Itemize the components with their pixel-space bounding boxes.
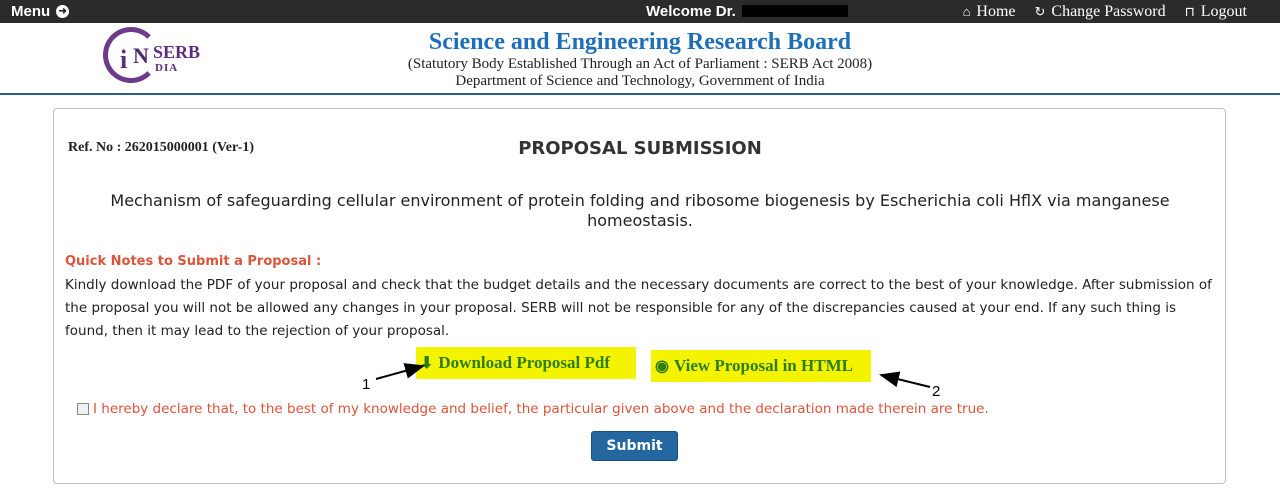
- org-title: Science and Engineering Research Board: [428, 29, 852, 55]
- declaration-text: I hereby declare that, to the best of my…: [93, 401, 989, 417]
- download-icon: ⬇: [420, 355, 434, 372]
- reference-number: Ref. No : 262015000001 (Ver-1): [68, 140, 254, 155]
- annotation-label-1: 1: [362, 376, 371, 393]
- arrow-right-circle-icon: ➜: [56, 5, 70, 18]
- home-link[interactable]: ⌂ Home: [963, 3, 1016, 21]
- notes-text: Kindly download the PDF of your proposal…: [65, 277, 1212, 339]
- refresh-icon: ↻: [1034, 4, 1046, 19]
- declaration: I hereby declare that, to the best of my…: [77, 401, 989, 417]
- home-icon: ⌂: [962, 4, 971, 19]
- menu-button[interactable]: Menu ➜: [11, 3, 70, 20]
- inserb-logo: i N SERB DIA: [103, 27, 223, 87]
- annotation-label-2: 2: [932, 383, 941, 400]
- org-heading: Science and Engineering Research Board (…: [340, 29, 940, 90]
- logo-dia: DIA: [155, 62, 179, 74]
- download-label: Download Proposal Pdf: [438, 353, 611, 372]
- site-header: i N SERB DIA Science and Engineering Res…: [0, 23, 1280, 93]
- logo-i: i: [120, 45, 128, 74]
- logout-link-label: Logout: [1200, 3, 1247, 20]
- declaration-checkbox[interactable]: [77, 403, 89, 415]
- proposal-title: Mechanism of safeguarding cellular envir…: [110, 191, 1170, 230]
- redacted-username: [741, 5, 848, 17]
- home-link-label: Home: [976, 3, 1016, 20]
- logout-link[interactable]: ⊓ Logout: [1185, 3, 1247, 21]
- download-proposal-pdf-button[interactable]: ⬇ Download Proposal Pdf: [416, 347, 636, 379]
- logo-ring: [103, 27, 159, 83]
- header-divider: [0, 93, 1280, 95]
- org-subtitle: (Statutory Body Established Through an A…: [407, 56, 873, 72]
- welcome-text: Welcome Dr.: [646, 3, 736, 20]
- logo-serb: SERB: [153, 42, 201, 62]
- page-title: PROPOSAL SUBMISSION: [518, 138, 762, 159]
- top-links: ⌂ Home ↻ Change Password ⊓ Logout: [963, 3, 1247, 21]
- welcome-message: Welcome Dr.: [646, 3, 848, 20]
- view-proposal-html-button[interactable]: ◉ View Proposal in HTML: [651, 350, 871, 382]
- notes-heading: Quick Notes to Submit a Proposal :: [65, 254, 322, 269]
- unlock-icon: ⊓: [1184, 4, 1195, 19]
- submit-button[interactable]: Submit: [591, 431, 678, 461]
- eye-icon: ◉: [655, 358, 669, 375]
- logo-n: N: [133, 43, 149, 68]
- org-department: Department of Science and Technology, Go…: [455, 73, 825, 89]
- change-password-link-label: Change Password: [1051, 3, 1166, 20]
- view-label: View Proposal in HTML: [673, 356, 853, 375]
- menu-label: Menu: [11, 3, 51, 20]
- change-password-link[interactable]: ↻ Change Password: [1035, 3, 1166, 21]
- top-nav-bar: Menu ➜ Welcome Dr. ⌂ Home ↻ Change Passw…: [0, 0, 1280, 23]
